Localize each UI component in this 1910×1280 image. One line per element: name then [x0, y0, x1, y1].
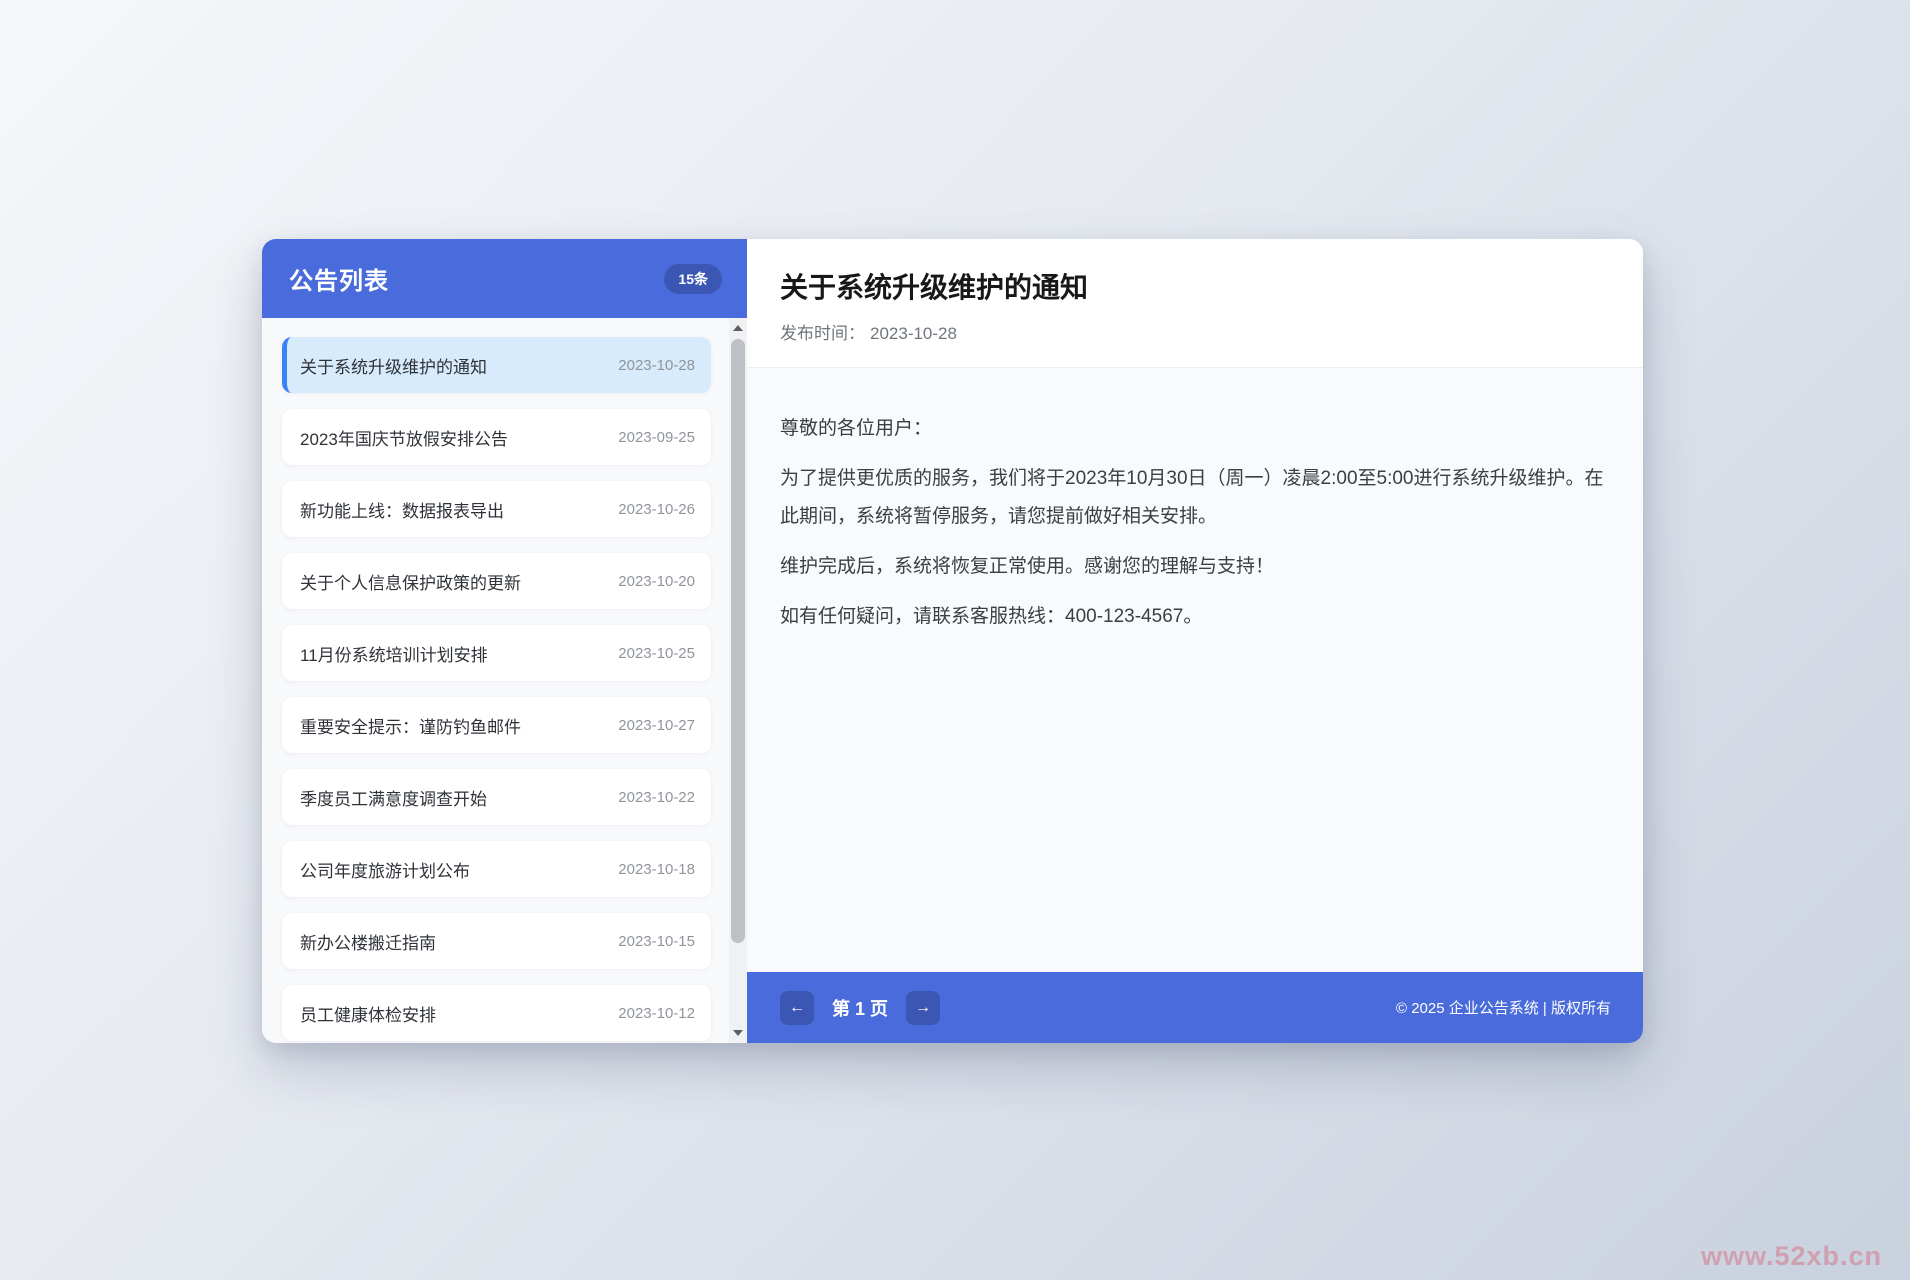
list-item[interactable]: 新办公楼搬迁指南 2023-10-15 — [282, 913, 711, 969]
list-item[interactable]: 公司年度旅游计划公布 2023-10-18 — [282, 841, 711, 897]
announcement-count-badge: 15条 — [664, 264, 722, 294]
page-indicator: 第 1 页 — [832, 995, 888, 1021]
list-item-date: 2023-10-12 — [618, 1005, 695, 1022]
list-item-date: 2023-10-28 — [618, 357, 695, 374]
list-item-title: 新办公楼搬迁指南 — [300, 929, 436, 954]
list-item-title: 新功能上线：数据报表导出 — [300, 497, 504, 522]
list-item-title: 季度员工满意度调查开始 — [300, 785, 487, 810]
list-item[interactable]: 员工健康体检安排 2023-10-12 — [282, 985, 711, 1041]
scrollbar-up-arrow-icon[interactable] — [733, 325, 743, 331]
list-item[interactable]: 关于个人信息保护政策的更新 2023-10-20 — [282, 553, 711, 609]
list-item-date: 2023-10-18 — [618, 861, 695, 878]
sidebar-header: 公告列表 15条 — [262, 239, 747, 318]
footer-bar: ← 第 1 页 → © 2025 企业公告系统 | 版权所有 — [747, 972, 1643, 1043]
list-item-date: 2023-09-25 — [618, 429, 695, 446]
list-item[interactable]: 新功能上线：数据报表导出 2023-10-26 — [282, 481, 711, 537]
list-item-date: 2023-10-20 — [618, 573, 695, 590]
list-item[interactable]: 关于系统升级维护的通知 2023-10-28 — [282, 337, 711, 393]
publish-time: 发布时间： 2023-10-28 — [780, 319, 1610, 344]
publish-time-label: 发布时间： — [780, 324, 865, 343]
list-item[interactable]: 11月份系统培训计划安排 2023-10-25 — [282, 625, 711, 681]
next-page-button[interactable]: → — [906, 991, 940, 1025]
announcement-list: 关于系统升级维护的通知 2023-10-28 2023年国庆节放假安排公告 20… — [262, 318, 747, 1043]
detail-title: 关于系统升级维护的通知 — [780, 266, 1610, 306]
list-item-title: 11月份系统培训计划安排 — [300, 641, 488, 666]
list-item-title: 关于系统升级维护的通知 — [300, 353, 487, 378]
scrollbar[interactable] — [729, 318, 747, 1043]
copyright: © 2025 企业公告系统 | 版权所有 — [1396, 997, 1611, 1018]
list-item-date: 2023-10-15 — [618, 933, 695, 950]
main-panel: 关于系统升级维护的通知 发布时间： 2023-10-28 尊敬的各位用户： 为了提… — [747, 239, 1643, 1043]
publish-time-value: 2023-10-28 — [870, 324, 957, 343]
watermark: www.52xb.cn — [1701, 1241, 1882, 1272]
list-item[interactable]: 2023年国庆节放假安排公告 2023-09-25 — [282, 409, 711, 465]
announcement-app: 公告列表 15条 关于系统升级维护的通知 2023-10-28 2023年国庆节… — [262, 239, 1643, 1043]
detail-header: 关于系统升级维护的通知 发布时间： 2023-10-28 — [747, 239, 1643, 368]
body-paragraph: 为了提供更优质的服务，我们将于2023年10月30日（周一）凌晨2:00至5:0… — [780, 460, 1610, 536]
list-item-date: 2023-10-25 — [618, 645, 695, 662]
scrollbar-down-arrow-icon[interactable] — [733, 1030, 743, 1036]
body-paragraph: 尊敬的各位用户： — [780, 410, 1610, 448]
list-item-date: 2023-10-26 — [618, 501, 695, 518]
list-item-date: 2023-10-22 — [618, 789, 695, 806]
page: { "page": { "watermark": "www.52xb.cn" }… — [0, 0, 1910, 1280]
list-item-title: 2023年国庆节放假安排公告 — [300, 425, 508, 450]
list-item-title: 重要安全提示：谨防钓鱼邮件 — [300, 713, 521, 738]
sidebar-title: 公告列表 — [289, 261, 389, 296]
sidebar: 公告列表 15条 关于系统升级维护的通知 2023-10-28 2023年国庆节… — [262, 239, 747, 1043]
list-item-title: 公司年度旅游计划公布 — [300, 857, 470, 882]
list-item[interactable]: 季度员工满意度调查开始 2023-10-22 — [282, 769, 711, 825]
list-item-title: 关于个人信息保护政策的更新 — [300, 569, 521, 594]
prev-page-button[interactable]: ← — [780, 991, 814, 1025]
pagination: ← 第 1 页 → — [780, 991, 940, 1025]
body-paragraph: 如有任何疑问，请联系客服热线：400-123-4567。 — [780, 598, 1610, 636]
list-item-title: 员工健康体检安排 — [300, 1001, 436, 1026]
scrollbar-thumb[interactable] — [731, 339, 745, 943]
body-paragraph: 维护完成后，系统将恢复正常使用。感谢您的理解与支持！ — [780, 548, 1610, 586]
list-item-date: 2023-10-27 — [618, 717, 695, 734]
detail-body: 尊敬的各位用户： 为了提供更优质的服务，我们将于2023年10月30日（周一）凌… — [747, 368, 1643, 972]
list-item[interactable]: 重要安全提示：谨防钓鱼邮件 2023-10-27 — [282, 697, 711, 753]
